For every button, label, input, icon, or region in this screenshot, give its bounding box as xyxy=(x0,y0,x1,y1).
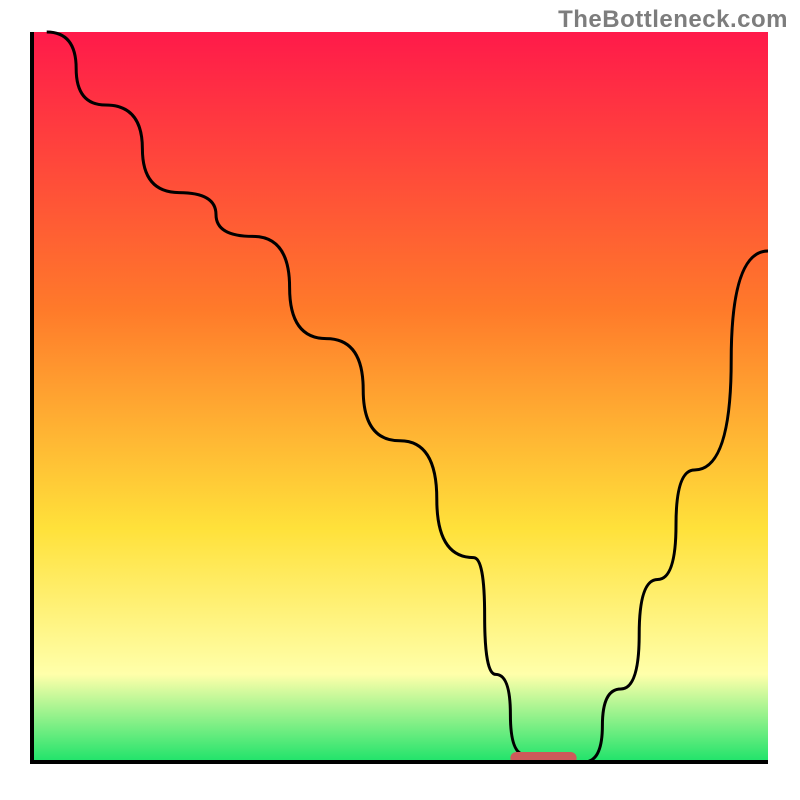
plot-area xyxy=(32,32,768,764)
watermark-label: TheBottleneck.com xyxy=(558,6,788,34)
chart-canvas xyxy=(0,0,800,800)
bottleneck-chart: TheBottleneck.com xyxy=(0,0,800,800)
